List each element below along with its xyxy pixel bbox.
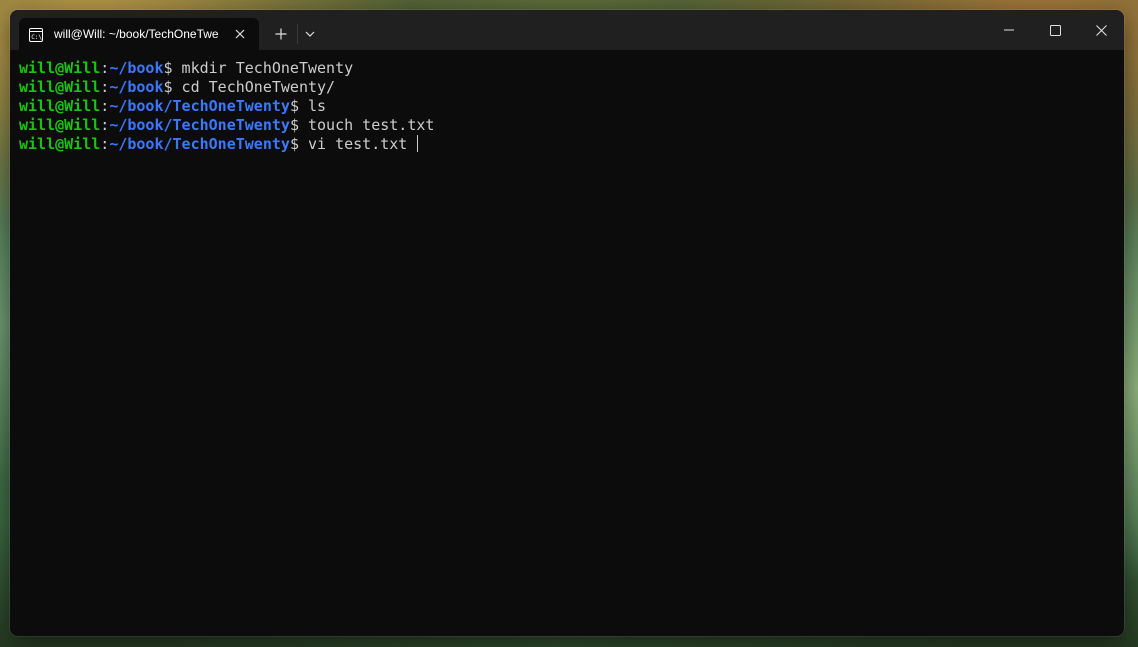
prompt-separator: : [100, 59, 110, 77]
command-text: $ cd TechOneTwenty/ [163, 78, 336, 96]
prompt-user: will@Will [19, 97, 101, 115]
terminal-line: will@Will:~/book/TechOneTwenty$ ls [19, 97, 1124, 116]
terminal-window: C:\ will@Will: ~/book/TechOneTwenty will… [10, 10, 1124, 636]
tab-close-icon[interactable] [230, 24, 250, 44]
terminal-line: will@Will:~/book$ cd TechOneTwenty/ [19, 78, 1124, 97]
prompt-separator: : [100, 116, 110, 134]
prompt-path: ~/book/TechOneTwenty [109, 97, 290, 115]
prompt-user: will@Will [19, 135, 101, 153]
terminal-output[interactable]: will@Will:~/book$ mkdir TechOneTwenty wi… [10, 50, 1124, 636]
title-bar[interactable]: C:\ will@Will: ~/book/TechOneTwenty [10, 10, 1124, 50]
prompt-separator: : [100, 78, 110, 96]
prompt-user: will@Will [19, 116, 101, 134]
prompt-path: ~/book/TechOneTwenty [109, 116, 290, 134]
command-text: $ ls [289, 97, 327, 115]
command-text: $ vi test.txt [289, 135, 417, 153]
plus-icon[interactable] [268, 22, 294, 46]
tab-title: will@Will: ~/book/TechOneTwenty [54, 27, 219, 41]
text-cursor [417, 135, 419, 152]
prompt-path: ~/book [109, 59, 164, 77]
tab-terminal[interactable]: C:\ will@Will: ~/book/TechOneTwenty [19, 18, 259, 50]
command-text: $ mkdir TechOneTwenty [163, 59, 354, 77]
prompt-separator: : [100, 97, 110, 115]
terminal-icon: C:\ [29, 27, 43, 42]
maximize-icon[interactable] [1032, 10, 1078, 50]
terminal-line: will@Will:~/book/TechOneTwenty$ touch te… [19, 116, 1124, 135]
chevron-down-icon[interactable] [299, 22, 321, 46]
terminal-line: will@Will:~/book$ mkdir TechOneTwenty [19, 59, 1124, 78]
terminal-line: will@Will:~/book/TechOneTwenty$ vi test.… [19, 135, 1124, 154]
prompt-path: ~/book [109, 78, 164, 96]
tab-divider [297, 24, 298, 44]
prompt-path: ~/book/TechOneTwenty [109, 135, 290, 153]
prompt-separator: : [100, 135, 110, 153]
minimize-icon[interactable] [986, 10, 1032, 50]
command-text: $ touch test.txt [289, 116, 435, 134]
prompt-user: will@Will [19, 78, 101, 96]
svg-text:C:\: C:\ [31, 34, 42, 41]
close-icon[interactable] [1078, 10, 1124, 50]
prompt-user: will@Will [19, 59, 101, 77]
